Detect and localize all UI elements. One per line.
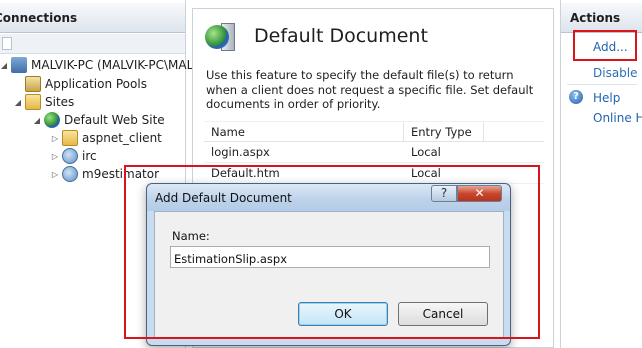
globe-icon: [205, 25, 229, 49]
toolbar-button[interactable]: [2, 37, 12, 50]
actions-header: Actions: [561, 3, 642, 33]
tree-node-server[interactable]: ◢ MALVIK-PC (MALVIK-PC\MALVIK): [0, 56, 216, 74]
expander-icon[interactable]: ◢: [14, 98, 22, 107]
expander-icon[interactable]: ▷: [51, 134, 59, 143]
expander-icon[interactable]: ◢: [33, 116, 41, 125]
application-icon: [62, 166, 78, 182]
pc-icon: [11, 57, 27, 73]
feature-description: Use this feature to specify the default …: [206, 68, 534, 111]
tree-node-label: Application Pools: [45, 77, 147, 91]
tree-node-sites[interactable]: ◢ Sites: [14, 93, 74, 111]
tree-node-label: MALVIK-PC (MALVIK-PC\MALVIK): [31, 58, 217, 72]
application-icon: [62, 148, 78, 164]
tree-node-label: aspnet_client: [82, 131, 162, 145]
grid-header: Name Entry Type: [204, 121, 544, 142]
cell-entry-type: Local: [411, 145, 441, 159]
column-header-entry-type[interactable]: Entry Type: [404, 122, 484, 141]
tree-node-label: irc: [82, 149, 97, 163]
sites-folder-icon: [25, 94, 41, 110]
help-action-link[interactable]: Help: [593, 91, 620, 105]
app-pool-icon: [25, 76, 41, 92]
table-row[interactable]: login.aspx Local: [204, 142, 544, 163]
actions-divider: [567, 84, 637, 85]
default-document-icon: [205, 21, 239, 55]
tree-node-irc[interactable]: ▷ irc: [51, 147, 97, 165]
feature-title: Default Document: [254, 25, 428, 47]
connections-header: Connections: [0, 3, 185, 33]
folder-icon: [62, 130, 78, 146]
tree-node-aspnet-client[interactable]: ▷ aspnet_client: [51, 129, 162, 147]
add-highlight-box: [573, 30, 637, 61]
online-help-action-link[interactable]: Online Help: [593, 111, 642, 125]
expander-icon[interactable]: ◢: [0, 61, 8, 70]
tree-node-label: Sites: [45, 95, 75, 109]
help-icon: ?: [569, 90, 583, 104]
dialog-highlight-box: [124, 165, 540, 339]
cell-name: login.aspx: [211, 145, 270, 159]
globe-icon: [44, 112, 60, 128]
expander-icon[interactable]: ▷: [51, 170, 59, 179]
column-header-name[interactable]: Name: [204, 122, 404, 141]
tree-node-label: Default Web Site: [64, 113, 165, 127]
expander-icon[interactable]: ▷: [51, 152, 59, 161]
disable-action-link[interactable]: Disable: [593, 66, 638, 80]
connections-toolbar: [0, 34, 185, 54]
tree-node-application-pools[interactable]: Application Pools: [14, 75, 147, 93]
tree-node-default-web-site[interactable]: ◢ Default Web Site: [33, 111, 165, 129]
